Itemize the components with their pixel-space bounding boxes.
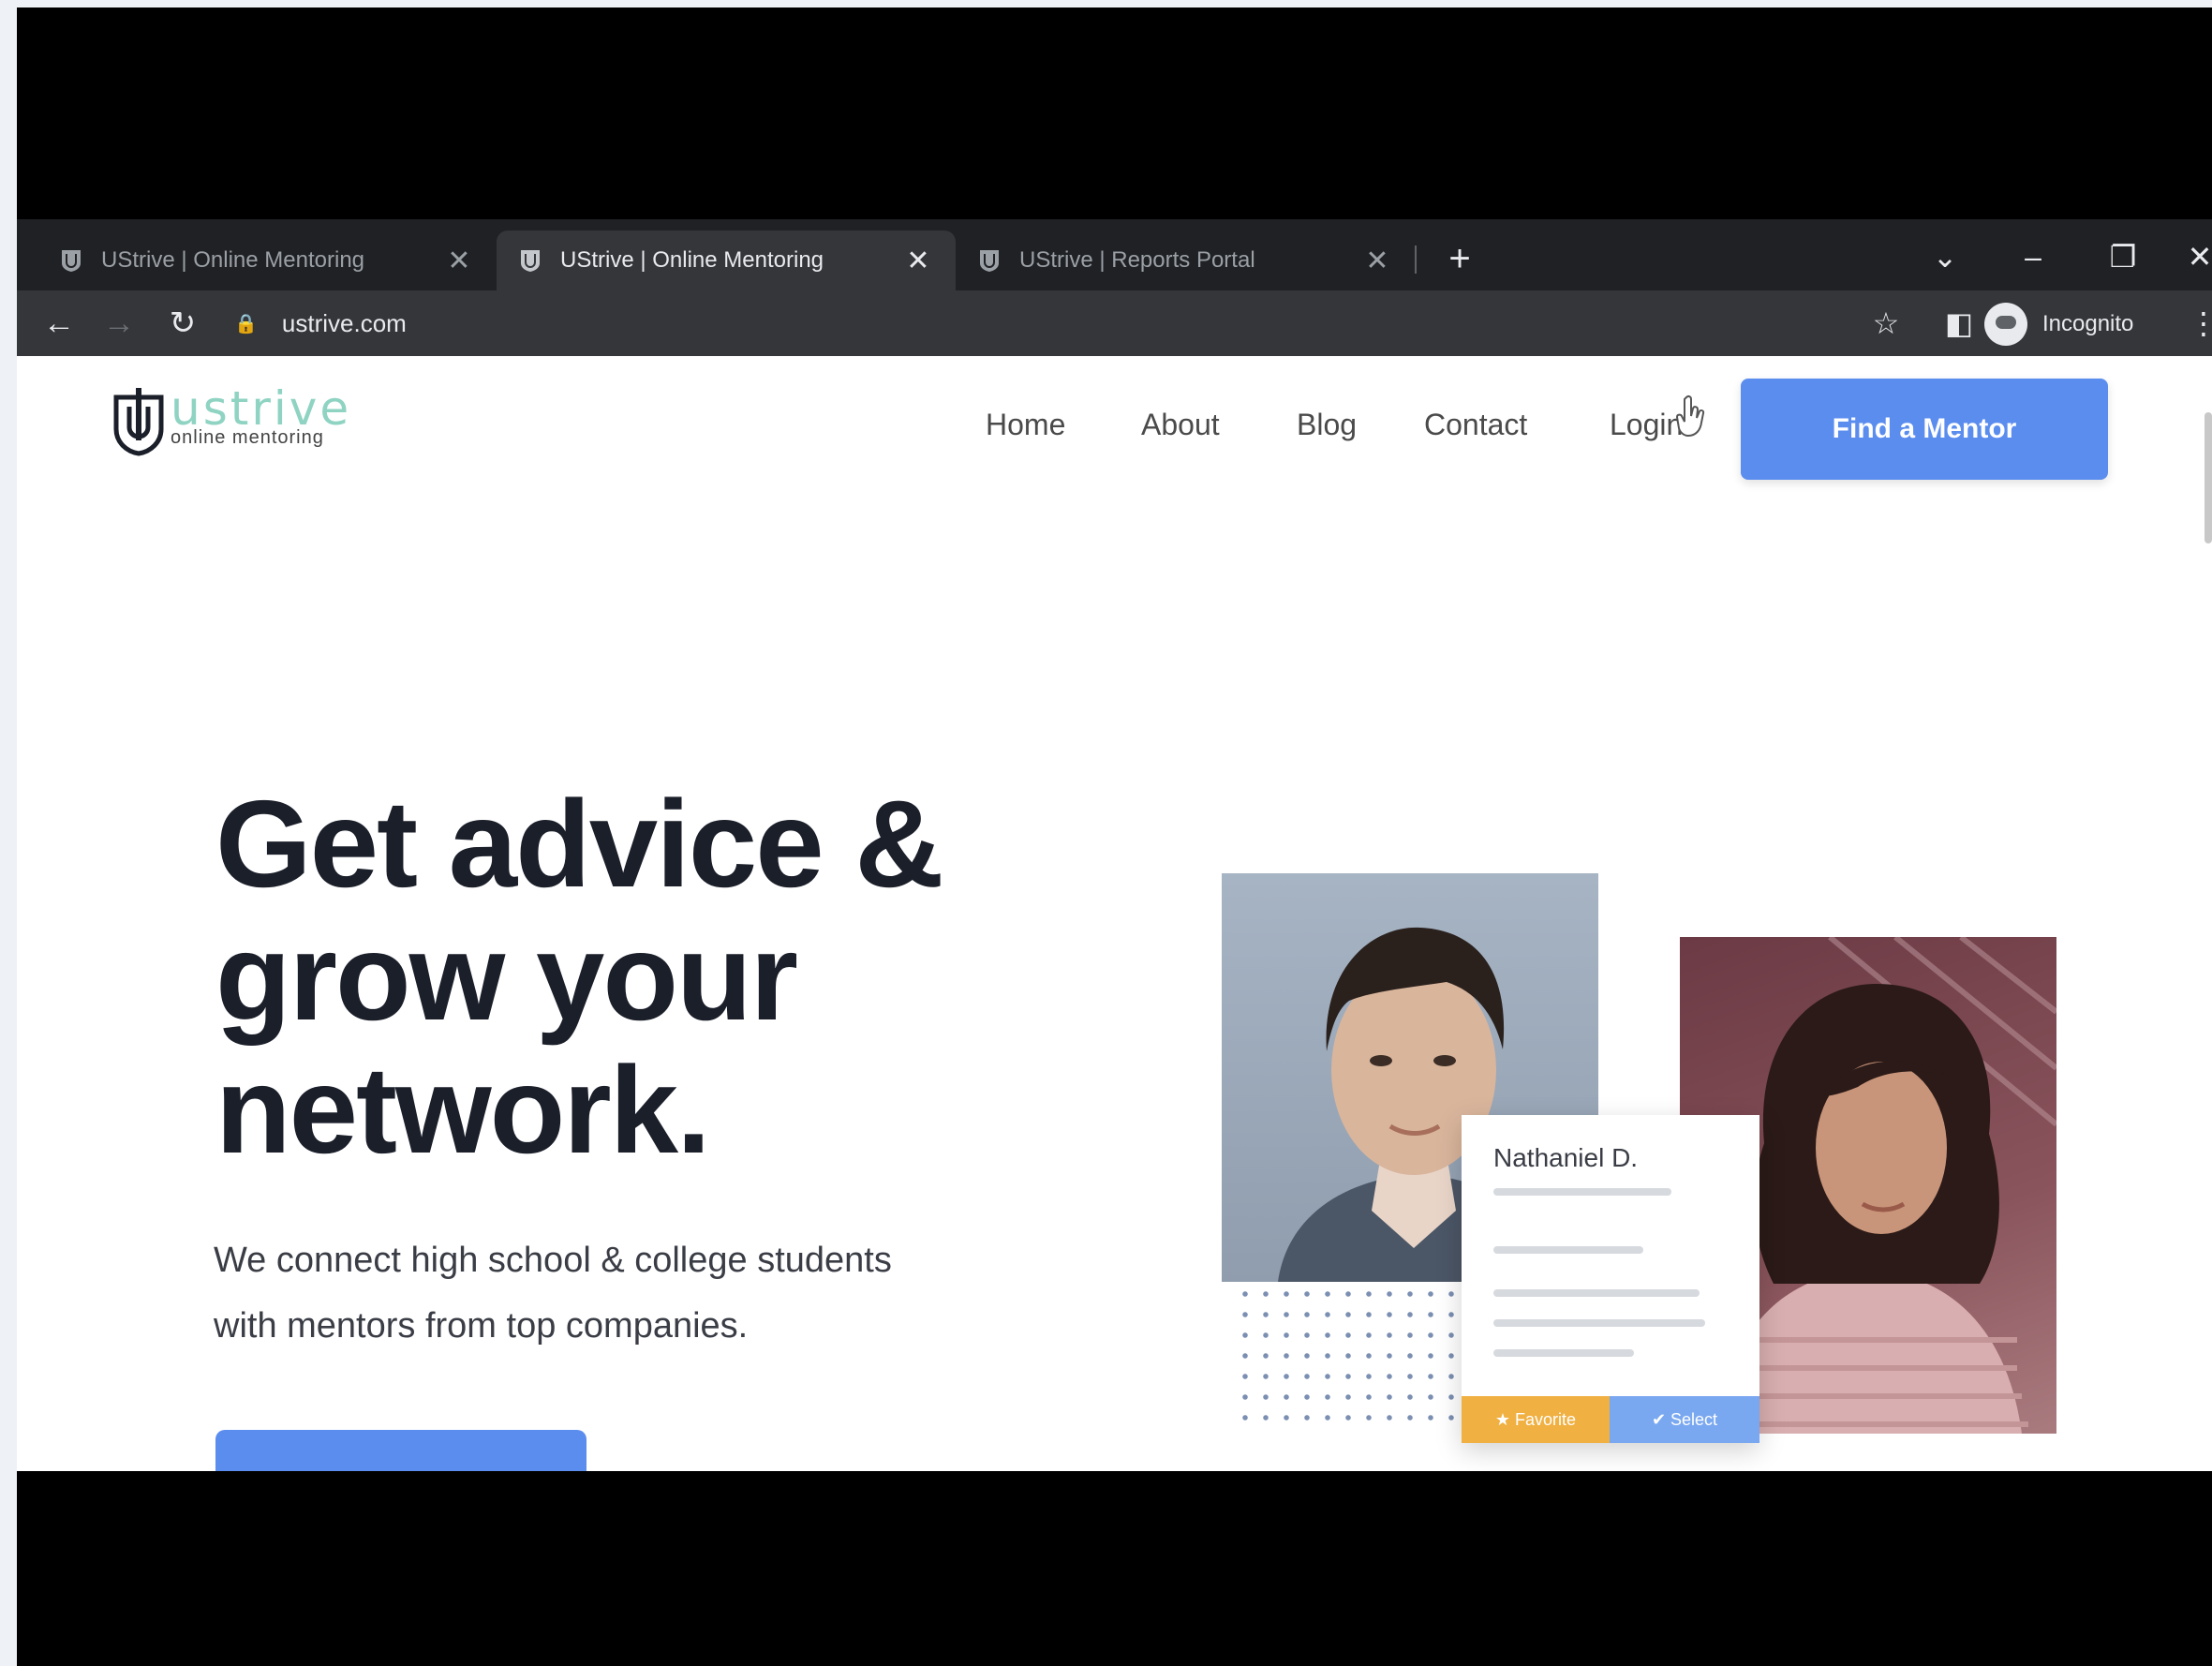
nav-home[interactable]: Home <box>986 408 1065 442</box>
dot-pattern <box>1235 1284 1478 1424</box>
new-tab-button[interactable]: + <box>1436 232 1483 285</box>
hero-title: Get advice & grow your network. <box>215 778 1059 1177</box>
ustrive-logo[interactable]: ustrive online mentoring <box>111 384 351 459</box>
reload-icon[interactable]: ↻ <box>157 298 208 349</box>
mentor-bio-line <box>1493 1319 1705 1327</box>
web-page: ustrive online mentoring Home About Blog… <box>17 356 2212 1471</box>
hero-cta-button[interactable] <box>215 1430 586 1471</box>
nav-contact[interactable]: Contact <box>1424 408 1527 442</box>
ustrive-shield-icon <box>521 250 540 272</box>
close-icon[interactable]: ✕ <box>1362 245 1392 277</box>
lock-icon: 🔒 <box>234 313 258 335</box>
star-icon[interactable]: ☆ <box>1861 298 1911 349</box>
screen: UStrive | Online Mentoring ✕ UStrive | O… <box>17 7 2212 1666</box>
close-icon[interactable]: ✕ <box>444 245 474 277</box>
incognito-profile[interactable]: Incognito <box>1984 302 2133 347</box>
ustrive-shield-icon <box>62 250 81 272</box>
arrow-right-icon[interactable]: → <box>94 298 144 349</box>
window-close-icon[interactable]: ✕ <box>2172 231 2212 283</box>
address-bar[interactable]: 🔒 ustrive.com <box>234 300 1827 347</box>
tab-2-title: UStrive | Online Mentoring <box>560 247 824 273</box>
tab-strip: UStrive | Online Mentoring ✕ UStrive | O… <box>17 219 2212 290</box>
logo-word: ustrive <box>171 381 352 436</box>
tab-1-title: UStrive | Online Mentoring <box>101 247 365 273</box>
ustrive-logo-icon <box>113 388 164 456</box>
ustrive-shield-icon <box>980 250 999 272</box>
incognito-icon <box>1984 303 2027 346</box>
hero-subtitle-line: with mentors from top companies. <box>214 1306 749 1346</box>
find-mentor-button[interactable]: Find a Mentor <box>1741 379 2108 480</box>
hero-title-line: network. <box>215 1041 711 1179</box>
nav-blog[interactable]: Blog <box>1297 408 1357 442</box>
arrow-left-icon[interactable]: ← <box>34 298 84 349</box>
tab-3-title: UStrive | Reports Portal <box>1019 247 1255 273</box>
mentor-bio-line <box>1493 1349 1634 1357</box>
hero-title-line: grow your <box>215 908 798 1046</box>
hero-subtitle-line: We connect high school & college student… <box>214 1241 892 1280</box>
select-button[interactable]: ✔ Select <box>1610 1396 1759 1443</box>
more-menu-icon[interactable]: ⋮ <box>2189 298 2212 349</box>
minimize-icon[interactable]: – <box>2005 231 2061 283</box>
address-text: ustrive.com <box>281 308 407 337</box>
hero-title-line: Get advice & <box>215 775 944 913</box>
favorite-button[interactable]: ★ Favorite <box>1462 1396 1610 1443</box>
restore-icon[interactable]: ❐ <box>2095 231 2151 283</box>
nav-about[interactable]: About <box>1141 408 1220 442</box>
mentor-name: Nathaniel D. <box>1493 1143 1639 1172</box>
incognito-label: Incognito <box>2042 311 2134 336</box>
mentor-profile-card[interactable]: Nathaniel D. ★ Favorite ✔ Select <box>1462 1115 1759 1443</box>
close-icon[interactable]: ✕ <box>903 245 933 277</box>
tab-search-icon[interactable]: ⌄ <box>1917 231 1973 283</box>
browser-toolbar: ← → ↻ 🔒 ustrive.com ☆ ◧ Incognito ⋮ <box>17 290 2212 356</box>
tab-1[interactable]: UStrive | Online Mentoring ✕ <box>37 231 497 290</box>
scrollbar[interactable] <box>2205 412 2212 543</box>
tab-2[interactable]: UStrive | Online Mentoring ✕ <box>497 231 956 290</box>
mentor-bio-line <box>1493 1289 1700 1297</box>
hero-subtitle: We connect high school & college student… <box>214 1227 1057 1359</box>
tab-3[interactable]: UStrive | Reports Portal ✕ <box>956 231 1415 290</box>
tab-separator <box>1415 245 1417 274</box>
mentor-location-text <box>1493 1188 1671 1196</box>
mentor-about-heading <box>1493 1246 1643 1254</box>
nav-login[interactable]: Login <box>1610 408 1683 442</box>
panel-icon[interactable]: ◧ <box>1934 298 1984 349</box>
hand-cursor-icon <box>1675 394 1705 438</box>
